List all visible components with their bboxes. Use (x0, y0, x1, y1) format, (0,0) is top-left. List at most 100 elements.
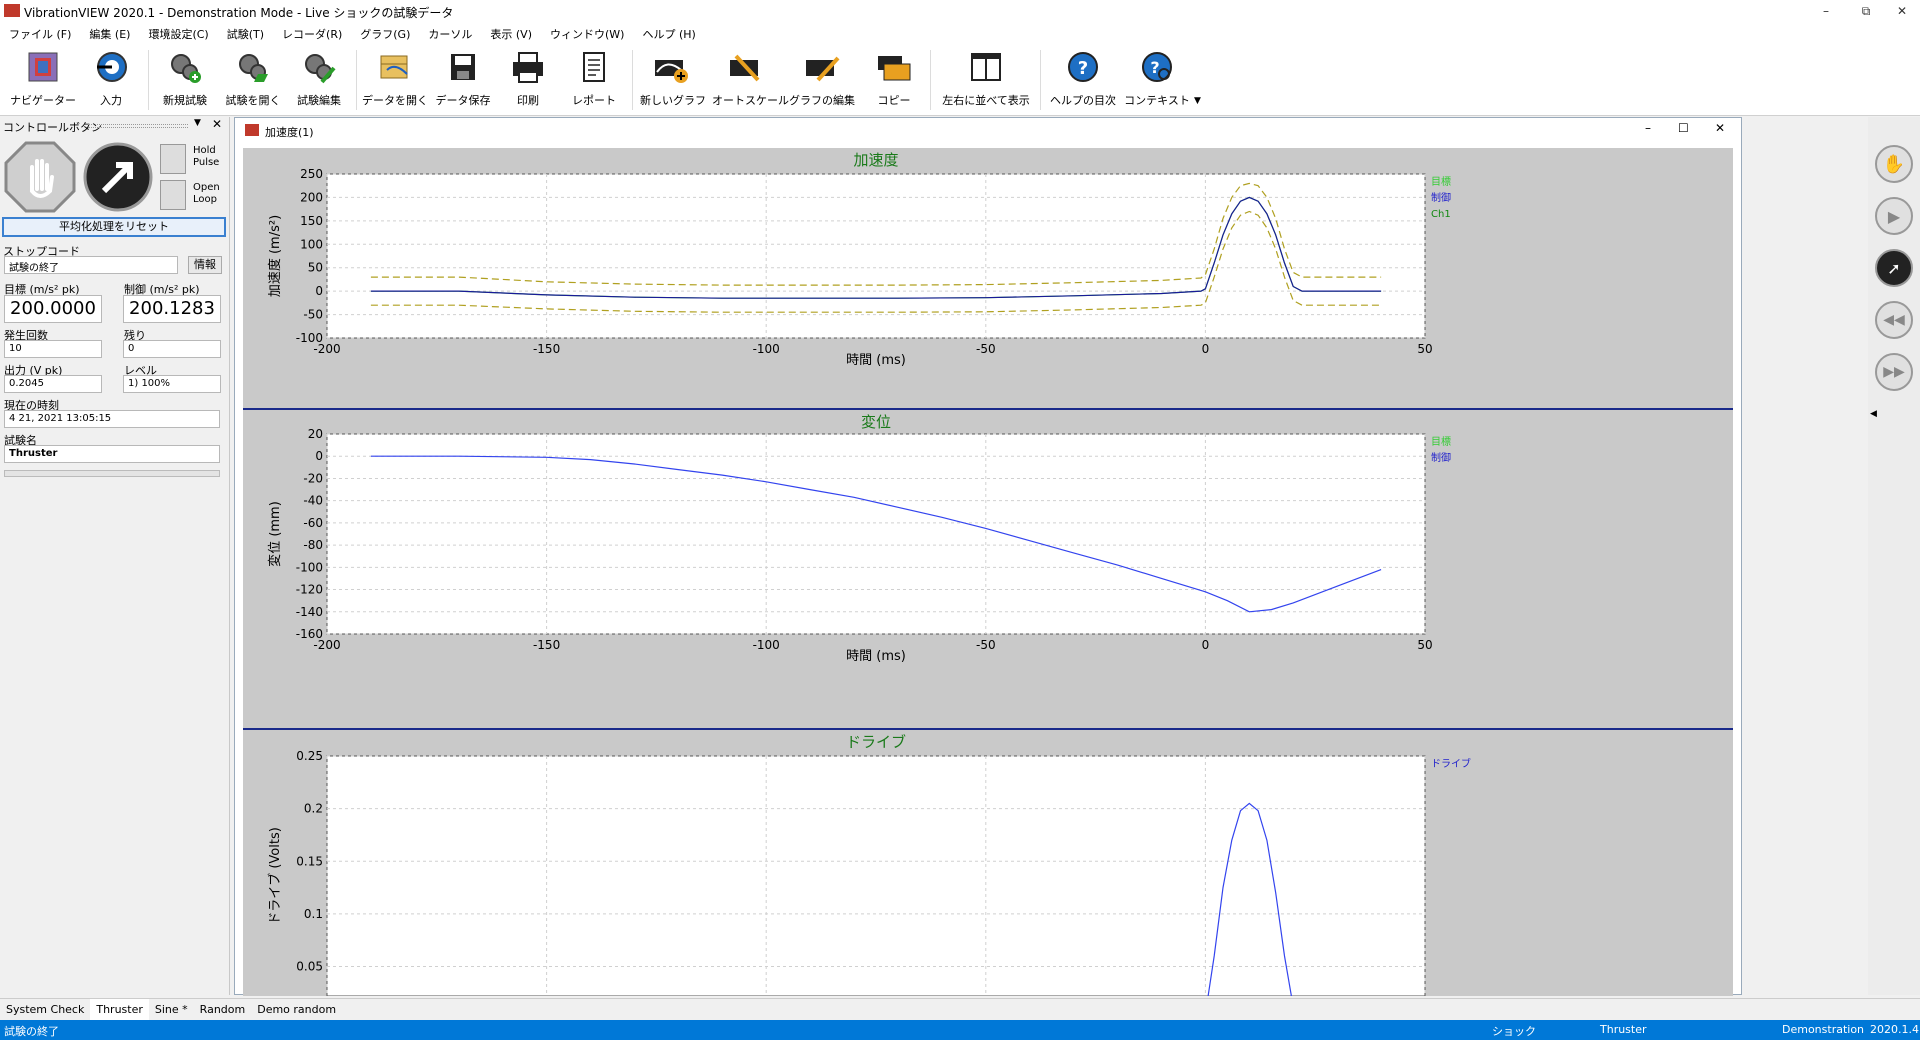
plots-area: 加速度 -200 -150 -100 -50 0 50 -100 -50 0 50 100 150 200… (243, 148, 1733, 1040)
navigator-button[interactable]: ナビゲーター (8, 48, 78, 112)
toolbar-overflow-icon[interactable]: ▼ (1194, 96, 1201, 106)
y-tick-label: -60 (303, 516, 323, 530)
plot-area-1 (326, 433, 1426, 635)
menu-test[interactable]: 試験(T) (218, 22, 273, 42)
run-button[interactable] (82, 141, 154, 213)
panel-menu-icon[interactable]: ▼ (194, 118, 201, 128)
svg-text:?: ? (1078, 58, 1088, 79)
current-time-field: 4 21, 2021 13:05:15 (4, 410, 220, 428)
menu-config[interactable]: 環境設定(C) (139, 22, 217, 42)
minimize-button[interactable]: – (1812, 1, 1840, 21)
legend-entry: 目標 (1431, 435, 1451, 448)
x-tick-label: 0 (1202, 342, 1210, 356)
menu-help[interactable]: ヘルプ (H) (633, 22, 704, 42)
progress-bar (4, 470, 220, 477)
right-forward-button[interactable]: ▶▶ (1875, 353, 1913, 391)
y-tick-label: 0.2 (304, 802, 323, 816)
menu-recorder[interactable]: レコーダ(R) (273, 22, 351, 42)
x-tick-label: -100 (753, 638, 780, 652)
menu-cursor[interactable]: カーソル (419, 22, 481, 42)
new-test-button[interactable]: 新規試験 (156, 48, 214, 112)
arrow-icon: ➚ (1887, 258, 1901, 278)
y-tick-label: 150 (300, 214, 323, 228)
menu-graph[interactable]: グラフ(G) (351, 22, 419, 42)
y-tick-label: 250 (300, 167, 323, 181)
stop-button[interactable] (4, 141, 76, 213)
stop-hand-icon (4, 141, 76, 213)
print-button[interactable]: 印刷 (502, 48, 554, 112)
tab-thruster[interactable]: Thruster (90, 999, 149, 1020)
y-tick-label: 0 (315, 449, 323, 463)
input-button[interactable]: 入力 (82, 48, 140, 112)
tab-system-check[interactable]: System Check (0, 999, 90, 1020)
tab-random[interactable]: Random (194, 999, 252, 1020)
help-contents-button[interactable]: ? ヘルプの目次 (1050, 48, 1116, 112)
hold-pulse-label: Hold Pulse (193, 145, 220, 168)
close-button[interactable]: ✕ (1888, 1, 1916, 21)
info-button[interactable]: 情報 (188, 256, 222, 274)
status-version: 2020.1.4 (1870, 1023, 1919, 1036)
save-data-icon (444, 48, 482, 86)
tile-button[interactable]: 左右に並べて表示 (940, 48, 1032, 112)
menu-window[interactable]: ウィンドウ(W) (541, 22, 633, 42)
edit-test-icon (300, 48, 338, 86)
graph-window-title: 加速度(1) (265, 126, 314, 139)
panel-grip[interactable] (88, 124, 188, 128)
collapse-arrow-icon[interactable]: ◀ (1870, 409, 1877, 419)
graph-window-icon (245, 124, 259, 136)
context-help-icon: ? (1138, 48, 1176, 86)
legend-entry: 制御 (1431, 451, 1451, 464)
menu-file[interactable]: ファイル (F) (0, 22, 80, 42)
hold-pulse-toggle[interactable] (160, 144, 186, 174)
toolbar: ナビゲーター 入力 新規試験 試験を開く 試験編集 データを開く データ保存 印… (0, 44, 1920, 116)
navigator-icon (24, 48, 62, 86)
y-tick-label: 0.1 (304, 907, 323, 921)
stop-code-field: 試験の終了 (4, 256, 178, 274)
plots-svg: 加速度-200 -150 -100 -50 0 50-100-50050100150200… (243, 148, 1733, 1040)
right-play-button[interactable]: ▶ (1875, 197, 1913, 235)
forward-icon: ▶▶ (1883, 364, 1905, 380)
autoscale-button[interactable]: オートスケール (712, 48, 789, 112)
hand-icon: ✋ (1882, 153, 1906, 175)
right-run-button[interactable]: ➚ (1875, 249, 1913, 287)
x-tick-label: 50 (1417, 342, 1432, 356)
input-icon (92, 48, 130, 86)
x-tick-label: -50 (976, 342, 996, 356)
report-button[interactable]: レポート (568, 48, 620, 112)
status-mode: ショック (1492, 1025, 1536, 1038)
run-arrow-icon (83, 142, 153, 212)
graph-minimize-button[interactable]: – (1645, 121, 1651, 135)
new-test-icon (166, 48, 204, 86)
new-graph-button[interactable]: 新しいグラフ (640, 48, 706, 112)
restore-button[interactable]: ⧉ (1852, 1, 1880, 21)
copy-icon (875, 48, 913, 86)
plot-area-0 (326, 173, 1426, 339)
y-tick-label: -80 (303, 538, 323, 552)
window-title: VibrationVIEW 2020.1 - Demonstration Mod… (24, 6, 454, 20)
control-panel: コントロールボタン ▼ ✕ Hold Pulse Open Loop 平均化処理… (0, 117, 230, 995)
y-tick-label: 20 (308, 427, 323, 441)
y-tick-label: -20 (303, 471, 323, 485)
save-data-button[interactable]: データ保存 (432, 48, 494, 112)
edit-test-button[interactable]: 試験編集 (290, 48, 348, 112)
y-tick-label: 0.25 (296, 749, 323, 763)
open-data-icon (375, 48, 413, 86)
edit-graph-button[interactable]: グラフの編集 (788, 48, 856, 112)
copy-button[interactable]: コピー (866, 48, 922, 112)
menu-edit[interactable]: 編集 (E) (80, 22, 139, 42)
open-test-button[interactable]: 試験を開く (222, 48, 284, 112)
y-axis-label-1: 変位 (mm) (267, 501, 283, 567)
control-value: 200.1283 (123, 295, 221, 323)
panel-close-icon[interactable]: ✕ (212, 117, 222, 131)
menu-view[interactable]: 表示 (V) (481, 22, 541, 42)
context-help-button[interactable]: ? コンテキスト (1124, 48, 1190, 112)
reset-averaging-button[interactable]: 平均化処理をリセット (2, 217, 226, 237)
right-rewind-button[interactable]: ◀◀ (1875, 301, 1913, 339)
open-data-button[interactable]: データを開く (362, 48, 428, 112)
tab-sine[interactable]: Sine * (149, 999, 194, 1020)
open-loop-toggle[interactable] (160, 180, 186, 210)
graph-maximize-button[interactable]: ☐ (1678, 121, 1689, 135)
right-stop-button[interactable]: ✋ (1875, 145, 1913, 183)
tab-demo-random[interactable]: Demo random (251, 999, 342, 1020)
graph-close-button[interactable]: ✕ (1715, 121, 1725, 135)
